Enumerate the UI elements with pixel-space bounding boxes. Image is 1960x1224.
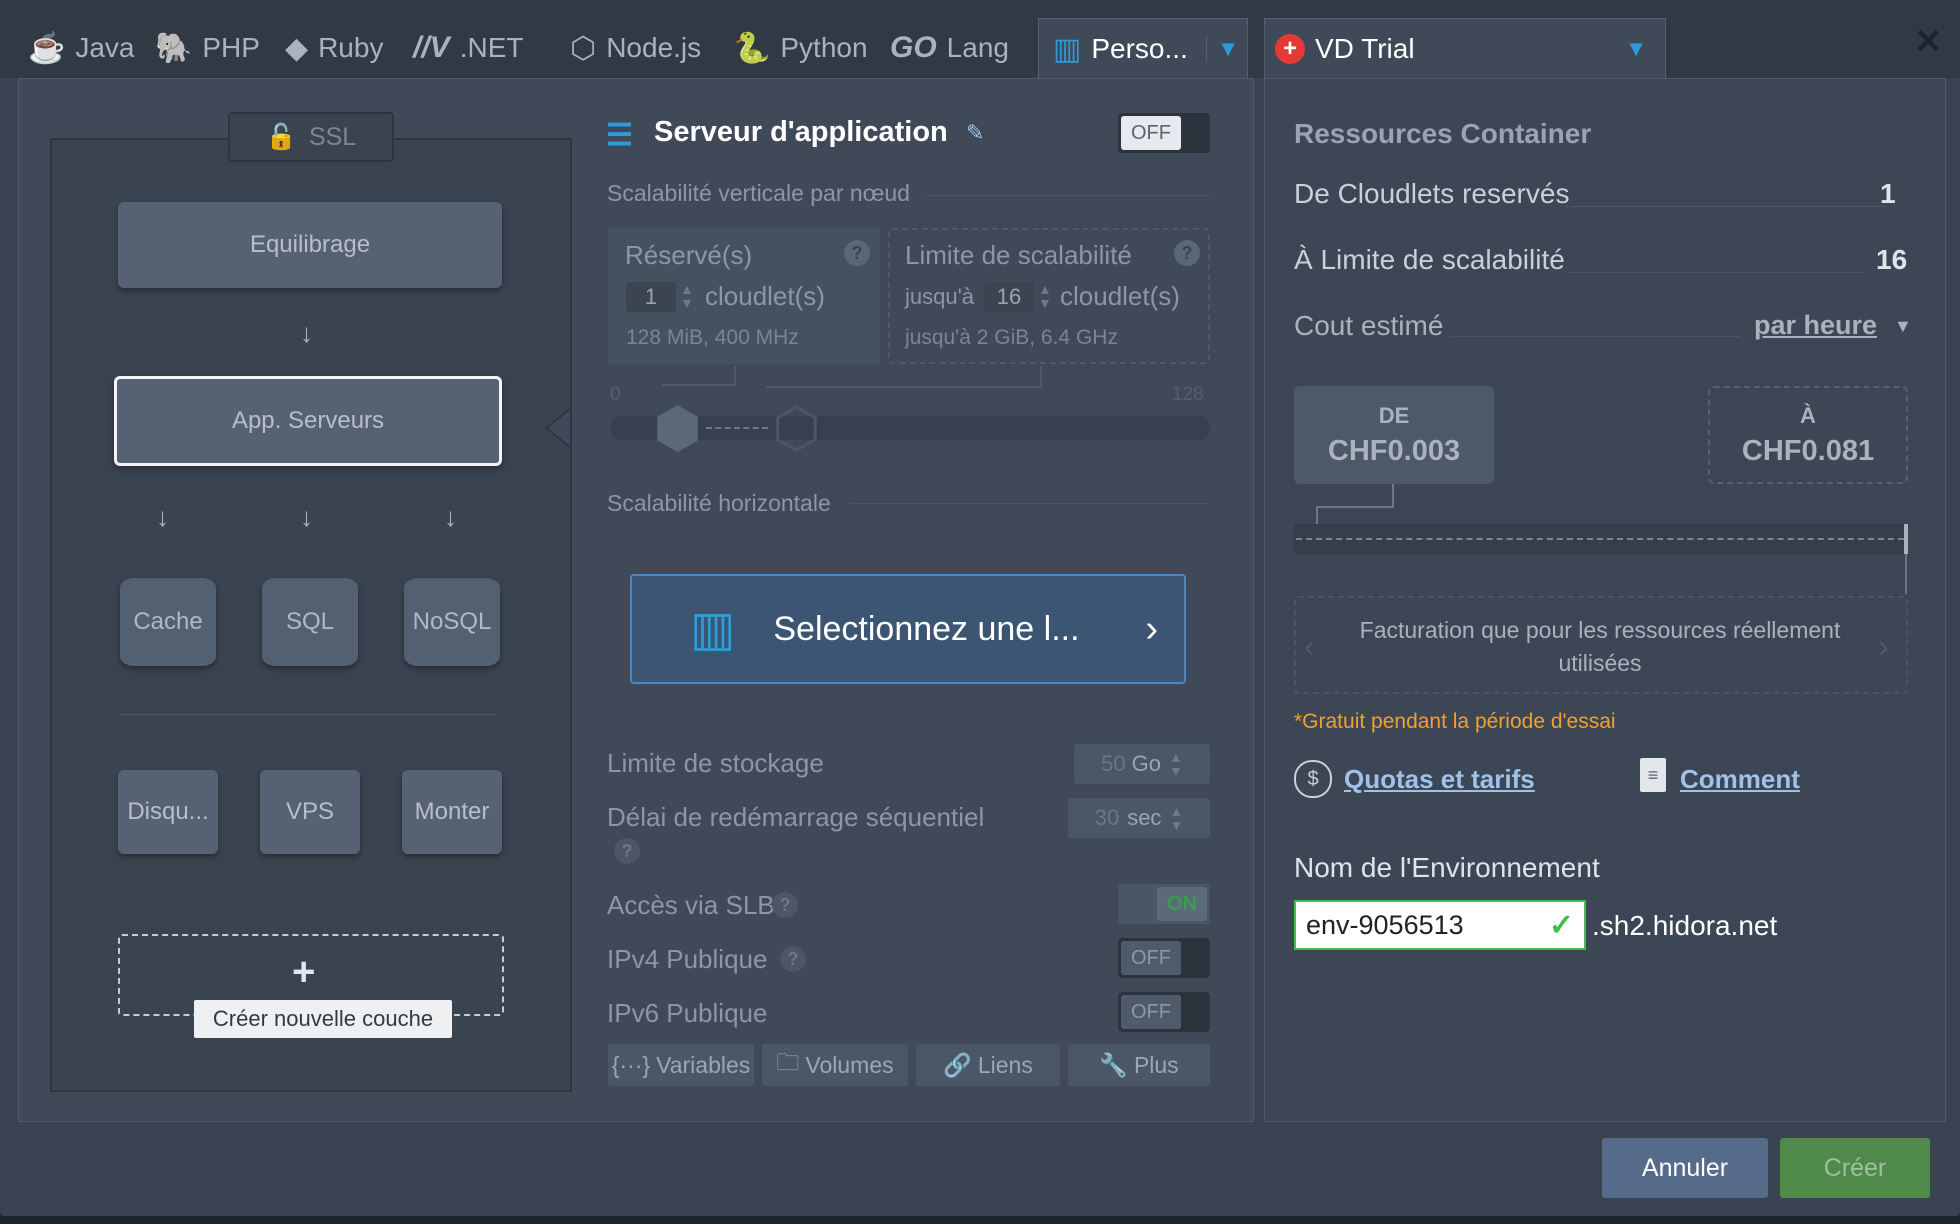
- cost-period-dropdown[interactable]: par heure: [1754, 310, 1877, 341]
- env-name-input[interactable]: env-9056513 ✓: [1294, 900, 1586, 950]
- resources-heading: Ressources Container: [1294, 118, 1592, 149]
- storage-limit-input[interactable]: 50 Go ▲ ▼: [1074, 744, 1210, 784]
- price-to-box: À CHF0.081: [1708, 386, 1908, 484]
- limit-slider-handle[interactable]: ⬡: [768, 396, 824, 459]
- stepper-icon[interactable]: ▲ ▼: [680, 282, 694, 310]
- billing-note: Facturation que pour les ressources réel…: [1359, 617, 1841, 676]
- chevron-down-icon: ▼: [1625, 36, 1647, 61]
- balancer-node[interactable]: Equilibrage: [118, 202, 502, 288]
- help-icon[interactable]: ?: [614, 838, 640, 864]
- cancel-button[interactable]: Annuler: [1602, 1138, 1768, 1198]
- stepper-icon[interactable]: ▲ ▼: [1038, 282, 1052, 310]
- chevron-down-icon[interactable]: ▼: [1894, 316, 1912, 337]
- create-button[interactable]: Créer: [1780, 1138, 1930, 1198]
- lock-icon: 🔓: [265, 122, 297, 151]
- go-icon: GO: [890, 31, 937, 64]
- tab-dotnet[interactable]: //V .NET: [413, 18, 523, 78]
- node-toggle[interactable]: OFF: [1118, 113, 1210, 153]
- cache-node[interactable]: Cache: [120, 578, 216, 666]
- ssl-toggle[interactable]: 🔓 SSL: [228, 112, 394, 162]
- tab-php[interactable]: 🐘 PHP: [155, 18, 260, 78]
- env-domain-suffix: .sh2.hidora.net: [1592, 910, 1778, 941]
- php-icon: 🐘: [155, 31, 193, 65]
- volumes-button[interactable]: 🗀 Volumes: [762, 1044, 908, 1086]
- tab-java[interactable]: ☕ Java: [28, 18, 135, 78]
- help-icon[interactable]: ?: [772, 892, 798, 918]
- quotas-link[interactable]: Quotas et tarifs: [1344, 764, 1535, 795]
- how-link[interactable]: Comment: [1680, 764, 1800, 795]
- plus-icon: +: [292, 950, 316, 994]
- edit-icon[interactable]: ✎: [966, 120, 984, 146]
- help-icon[interactable]: ?: [844, 240, 870, 266]
- restart-delay-input[interactable]: 30 sec ▲ ▼: [1068, 798, 1210, 838]
- region-selector[interactable]: + VD Trial ▼: [1264, 18, 1666, 79]
- reserved-input[interactable]: 1: [626, 282, 676, 312]
- help-icon[interactable]: ?: [780, 946, 806, 972]
- link-icon: 🔗: [943, 1051, 972, 1078]
- ipv6-toggle[interactable]: OFF: [1118, 992, 1210, 1032]
- wrench-icon: 🔧: [1099, 1051, 1128, 1078]
- chevron-right-icon[interactable]: ›: [1878, 628, 1889, 665]
- tooltip: Créer nouvelle couche: [194, 1000, 452, 1038]
- arrow-down-icon: ↓: [156, 502, 169, 532]
- custom-icon: ▥: [1053, 32, 1082, 66]
- braces-icon: {···}: [611, 1051, 651, 1078]
- trial-note: *Gratuit pendant la période d'essai: [1294, 710, 1616, 733]
- columns-icon: ▥: [690, 603, 736, 656]
- limit-input[interactable]: 16: [984, 282, 1034, 312]
- horizontal-scaling-heading: Scalabilité horizontale: [607, 490, 831, 516]
- python-icon: 🐍: [733, 31, 771, 65]
- nosql-node[interactable]: NoSQL: [404, 578, 500, 666]
- help-icon[interactable]: ?: [1174, 240, 1200, 266]
- tab-nodejs[interactable]: ⬡ Node.js: [570, 18, 701, 78]
- arrow-down-icon: ↓: [300, 502, 313, 532]
- slb-access-toggle[interactable]: ON: [1118, 884, 1210, 924]
- env-name-label: Nom de l'Environnement: [1294, 852, 1600, 883]
- check-icon: ✓: [1548, 908, 1574, 942]
- close-icon[interactable]: ✕: [1914, 22, 1943, 62]
- vps-node[interactable]: VPS: [260, 770, 360, 854]
- chevron-right-icon: ›: [1145, 607, 1158, 650]
- folder-icon: 🗀: [776, 1048, 800, 1075]
- stepper-icon: ▲ ▼: [1169, 803, 1184, 833]
- dollar-icon: $: [1294, 760, 1332, 798]
- ruby-icon: ◆: [285, 31, 309, 65]
- vertical-scaling-heading: Scalabilité verticale par nœud: [607, 180, 910, 206]
- reserved-cloudlets-value: 1: [1880, 178, 1896, 209]
- scaling-limit-value: 16: [1876, 244, 1908, 275]
- sql-node[interactable]: SQL: [262, 578, 358, 666]
- arrow-down-icon: ↓: [444, 502, 457, 532]
- divider: [118, 714, 498, 715]
- arrow-down-icon: ↓: [300, 318, 313, 348]
- price-from-box: DE CHF0.003: [1294, 386, 1494, 484]
- tab-custom[interactable]: ▥ Perso... ▼: [1038, 18, 1248, 79]
- links-button[interactable]: 🔗 Liens: [916, 1044, 1060, 1086]
- stepper-icon: ▲ ▼: [1168, 749, 1183, 779]
- variables-button[interactable]: {···} Variables: [608, 1044, 754, 1086]
- swiss-flag-icon: +: [1275, 34, 1305, 64]
- list-icon: ☰: [606, 119, 633, 152]
- select-instance-button[interactable]: ▥ Selectionnez une l... ›: [630, 574, 1186, 684]
- java-icon: ☕: [28, 31, 66, 65]
- document-icon: ≡: [1640, 758, 1666, 792]
- chevron-down-icon[interactable]: ▼: [1206, 36, 1239, 62]
- more-button[interactable]: 🔧 Plus: [1068, 1044, 1210, 1086]
- ipv4-toggle[interactable]: OFF: [1118, 938, 1210, 978]
- reserved-slider-handle[interactable]: ⬢: [650, 396, 706, 459]
- nodejs-icon: ⬡: [570, 31, 597, 65]
- storage-node[interactable]: Disqu...: [118, 770, 218, 854]
- dotnet-icon: //V: [413, 31, 450, 64]
- mount-node[interactable]: Monter: [402, 770, 502, 854]
- tab-ruby[interactable]: ◆ Ruby: [285, 18, 383, 78]
- node-title: Serveur d'application: [654, 116, 948, 148]
- tab-python[interactable]: 🐍 Python: [733, 18, 868, 78]
- app-servers-node[interactable]: App. Serveurs: [114, 376, 502, 466]
- chevron-left-icon[interactable]: ‹: [1304, 628, 1315, 665]
- tab-go[interactable]: GO Lang: [890, 18, 1009, 78]
